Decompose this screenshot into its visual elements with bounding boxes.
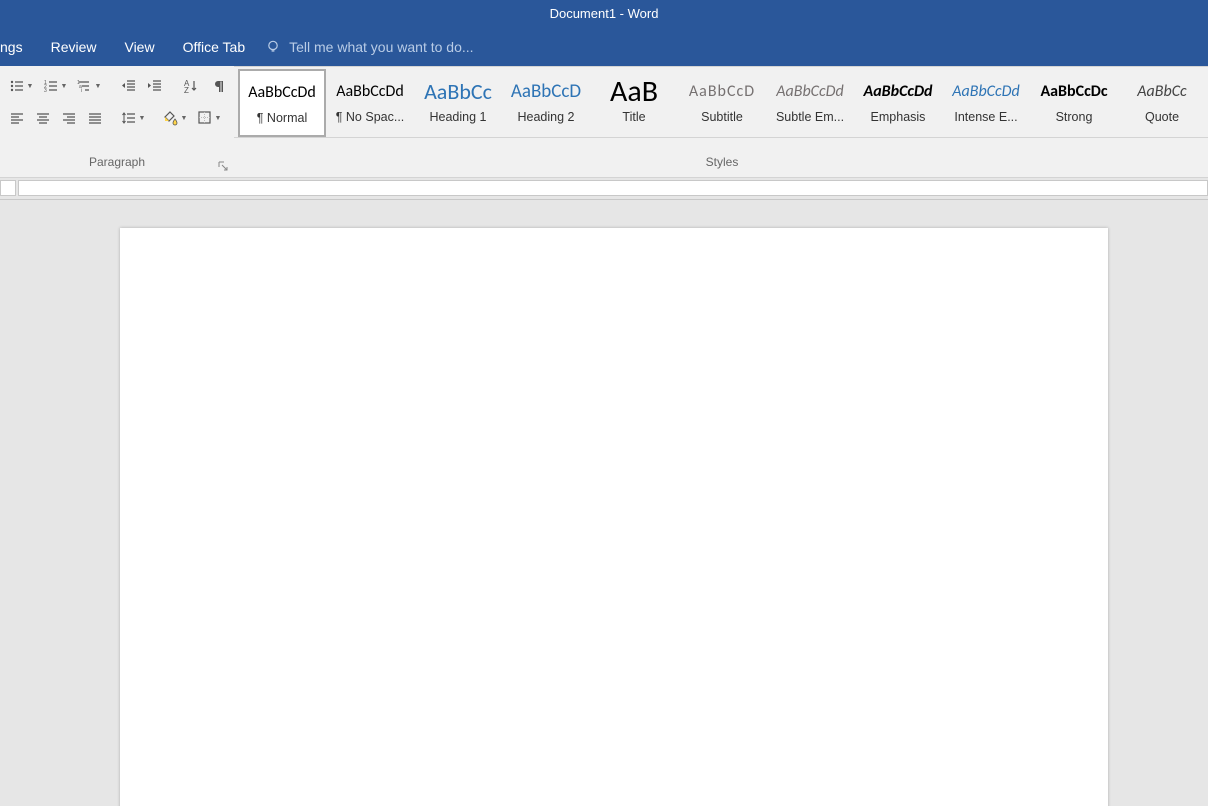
numbering-button[interactable]: 123 ▼ [40, 75, 70, 97]
style-name: ¶ No Spac... [336, 110, 405, 124]
style-preview: AaBbCcDd [776, 76, 844, 106]
group-label-paragraph: Paragraph [0, 155, 234, 177]
chevron-down-icon: ▼ [215, 115, 222, 122]
show-paragraph-marks-button[interactable] [206, 75, 228, 97]
style-preview: AaBbCcDd [952, 76, 1020, 106]
style-item-subtitle[interactable]: AaBbCcD Subtitle [678, 69, 766, 137]
style-preview: AaBbCcD [511, 76, 581, 106]
ribbon: ▼ 123 ▼ 1ai ▼ AZ [0, 66, 1208, 178]
group-label-text: Paragraph [89, 155, 145, 169]
justify-button[interactable] [84, 107, 106, 129]
tell-me-placeholder: Tell me what you want to do... [289, 39, 473, 55]
paragraph-dialog-launcher[interactable] [218, 161, 230, 173]
style-preview: AaBbCcDc [1040, 76, 1107, 106]
style-name: Intense E... [954, 110, 1017, 124]
svg-text:i: i [81, 88, 82, 94]
group-styles: AaBbCcDd¶ NormalAaBbCcDd¶ No Spac...AaBb… [234, 66, 1208, 177]
line-spacing-button[interactable]: ▼ [118, 107, 148, 129]
tab-label: ngs [0, 39, 23, 55]
group-label-styles: Styles [234, 155, 1208, 177]
increase-indent-button[interactable] [144, 75, 166, 97]
style-preview: AaBbCcDd [248, 77, 316, 107]
align-left-button[interactable] [6, 107, 28, 129]
chevron-down-icon: ▼ [139, 115, 146, 122]
style-item-intenseem[interactable]: AaBbCcDd Intense E... [942, 69, 1030, 137]
style-preview: AaBbCcDd [864, 76, 933, 106]
svg-text:Z: Z [184, 86, 189, 94]
ribbon-tab-strip: ngs Review View Office Tab Tell me what … [0, 27, 1208, 66]
shading-button[interactable]: ▼ [160, 107, 190, 129]
style-item-title[interactable]: AaB Title [590, 69, 678, 137]
paragraph-controls: ▼ 123 ▼ 1ai ▼ AZ [0, 66, 234, 155]
style-name: Heading 2 [518, 110, 575, 124]
document-page[interactable] [120, 228, 1108, 806]
style-name: Title [622, 110, 645, 124]
style-name: Subtle Em... [776, 110, 844, 124]
style-item-heading1[interactable]: AaBbCc Heading 1 [414, 69, 502, 137]
tab-partial[interactable]: ngs [0, 27, 37, 66]
ruler-corner[interactable] [0, 180, 16, 196]
group-paragraph: ▼ 123 ▼ 1ai ▼ AZ [0, 66, 234, 177]
align-right-button[interactable] [58, 107, 80, 129]
style-preview: AaBbCc [424, 76, 492, 106]
style-preview: AaB [610, 76, 658, 106]
style-item-strong[interactable]: AaBbCcDc Strong [1030, 69, 1118, 137]
group-label-text: Styles [706, 155, 739, 169]
chevron-down-icon: ▼ [95, 83, 102, 90]
document-area[interactable] [0, 200, 1208, 806]
tell-me-search[interactable]: Tell me what you want to do... [265, 39, 473, 55]
tab-review[interactable]: Review [37, 27, 111, 66]
horizontal-ruler[interactable] [18, 180, 1208, 196]
title-bar: Document1 - Word [0, 0, 1208, 27]
align-center-button[interactable] [32, 107, 54, 129]
style-name: Quote [1145, 110, 1179, 124]
tab-label: View [124, 39, 154, 55]
style-item-subtleem[interactable]: AaBbCcDd Subtle Em... [766, 69, 854, 137]
chevron-down-icon: ▼ [61, 83, 68, 90]
style-item-nospacing[interactable]: AaBbCcDd ¶ No Spac... [326, 69, 414, 137]
svg-text:3: 3 [44, 88, 47, 94]
chevron-down-icon: ▼ [181, 115, 188, 122]
sort-button[interactable]: AZ [180, 75, 202, 97]
tab-label: Office Tab [183, 39, 246, 55]
chevron-down-icon: ▼ [27, 83, 34, 90]
style-name: Emphasis [871, 110, 926, 124]
style-preview: AaBbCcDd [336, 76, 404, 106]
style-preview: AaBbCcD [689, 76, 755, 106]
style-item-heading2[interactable]: AaBbCcD Heading 2 [502, 69, 590, 137]
borders-button[interactable]: ▼ [194, 107, 224, 129]
tab-label: Review [51, 39, 97, 55]
window-title: Document1 - Word [550, 6, 659, 21]
style-item-quote[interactable]: AaBbCc Quote [1118, 69, 1206, 137]
style-item-emphasis[interactable]: AaBbCcDd Emphasis [854, 69, 942, 137]
style-name: ¶ Normal [257, 111, 307, 125]
style-preview: AaBbCc [1137, 76, 1186, 106]
lightbulb-icon [265, 39, 281, 55]
style-item-normal[interactable]: AaBbCcDd ¶ Normal [238, 69, 326, 137]
bullets-button[interactable]: ▼ [6, 75, 36, 97]
tab-office-tab[interactable]: Office Tab [169, 27, 260, 66]
styles-body: AaBbCcDd¶ NormalAaBbCcDd¶ No Spac...AaBb… [234, 66, 1208, 155]
multilevel-list-button[interactable]: 1ai ▼ [74, 75, 104, 97]
style-name: Subtitle [701, 110, 743, 124]
styles-gallery[interactable]: AaBbCcDd¶ NormalAaBbCcDd¶ No Spac...AaBb… [234, 66, 1208, 138]
style-name: Strong [1056, 110, 1093, 124]
ruler-area [0, 178, 1208, 200]
tab-view[interactable]: View [110, 27, 168, 66]
style-name: Heading 1 [430, 110, 487, 124]
decrease-indent-button[interactable] [118, 75, 140, 97]
